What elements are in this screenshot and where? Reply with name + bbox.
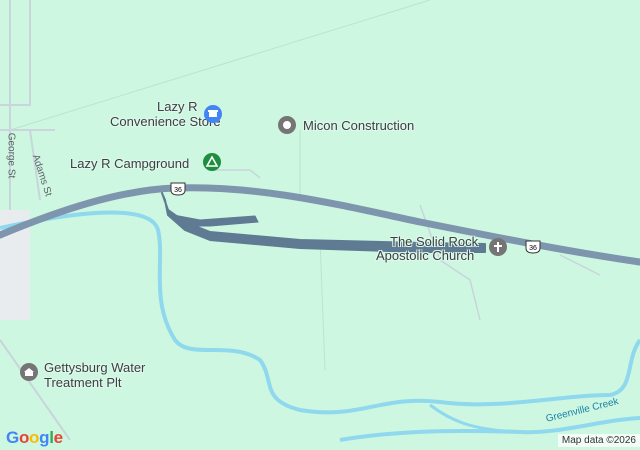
- tent-icon[interactable]: [203, 153, 221, 171]
- poi-label-water-line1[interactable]: Gettysburg Water: [44, 360, 145, 375]
- facility-icon[interactable]: [20, 363, 38, 381]
- poi-label-campground[interactable]: Lazy R Campground: [70, 156, 189, 171]
- route-shield-number: 36: [529, 245, 537, 252]
- poi-label-convenience-line1[interactable]: Lazy R: [157, 99, 197, 114]
- poi-label-church-line2[interactable]: Apostolic Church: [376, 248, 474, 263]
- shopping-cart-icon[interactable]: [204, 105, 222, 123]
- route-shield-us36: 36: [525, 240, 541, 254]
- route-shield-us36: 36: [170, 182, 186, 196]
- map-attribution[interactable]: Map data ©2026: [557, 434, 640, 447]
- google-logo[interactable]: Google: [6, 428, 63, 448]
- route-shield-number: 36: [174, 187, 182, 194]
- poi-label-water-line2[interactable]: Treatment Plt: [44, 375, 122, 390]
- poi-label-micon[interactable]: Micon Construction: [303, 118, 414, 133]
- street-label-george: George St: [5, 132, 17, 179]
- pin-icon[interactable]: [278, 116, 296, 134]
- cross-icon[interactable]: [489, 238, 507, 256]
- poi-label-church-line1[interactable]: The Solid Rock: [390, 234, 478, 249]
- map-canvas[interactable]: Lazy R Convenience Store Micon Construct…: [0, 0, 640, 450]
